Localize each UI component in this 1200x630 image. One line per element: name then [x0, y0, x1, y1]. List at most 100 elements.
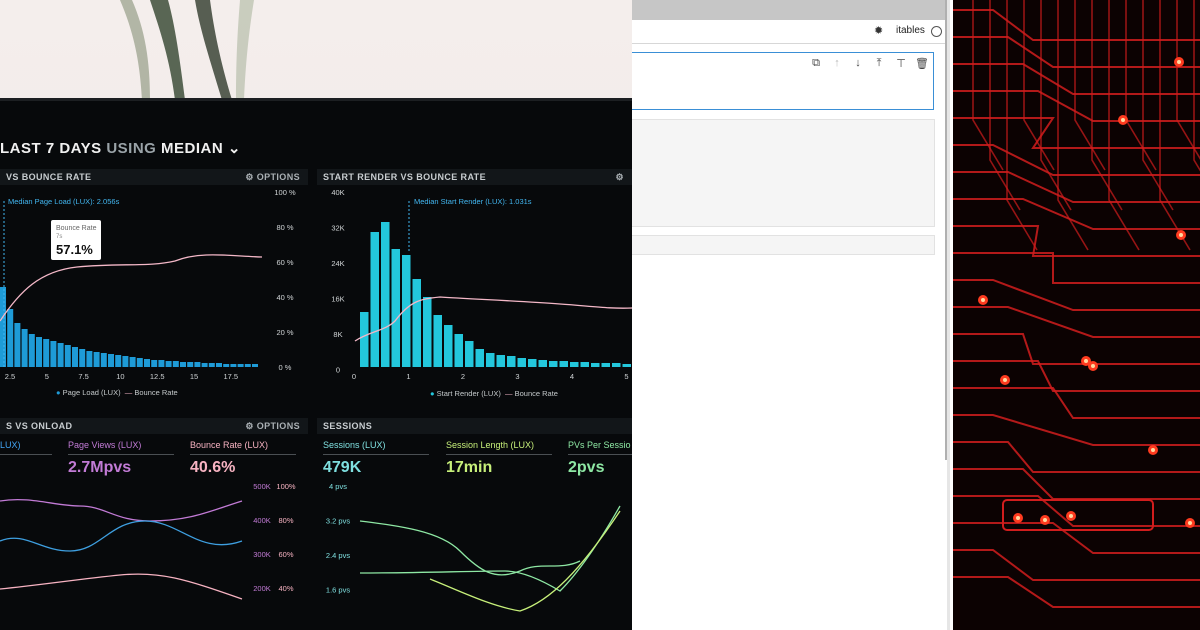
start-render-bar [433, 315, 442, 367]
y-tick-label: 400K [253, 516, 271, 525]
y-tick-label: 2.4 pvs [326, 551, 350, 560]
metric-label: PVs Per Sessio [568, 440, 631, 450]
metric-value: 2pvs [568, 459, 605, 476]
insert-below-icon[interactable]: ⊤ [894, 56, 908, 70]
page-load-bar [136, 358, 143, 367]
metric-divider [68, 454, 174, 455]
start-render-bar [622, 364, 631, 367]
page-views-line [0, 498, 243, 522]
circuit-trace [953, 576, 1200, 608]
metric-divider [0, 454, 52, 455]
y-tick-label: 8K [333, 330, 342, 339]
panel-title: SESSIONS [323, 421, 373, 431]
metric-divider [568, 454, 632, 455]
start-render-bar [580, 362, 589, 367]
circuit-board-photo [953, 0, 1200, 630]
bug-icon[interactable]: ✹ [874, 24, 883, 37]
solder-highlight [1016, 516, 1020, 520]
solder-highlight [1188, 521, 1192, 525]
circuit-trace [1159, 0, 1191, 251]
page-load-bar [230, 364, 237, 367]
window-scrollbar[interactable] [945, 0, 947, 460]
circuit-trace [953, 441, 1200, 473]
bounce-line [0, 573, 243, 600]
notebook-window: ✹ itables ⧉ ↑ ↓ ⤒ ⊤ 🗑 [632, 0, 950, 630]
options-button[interactable]: ⚙ OPTIONS [245, 421, 300, 432]
dashboard-charts: 2.5 5 7.5 10 12.5 15 17.5100 %80 %60 %40 %20 %… [0, 188, 632, 612]
page-load-bar [122, 356, 129, 367]
start-render-bar [381, 222, 390, 367]
start-render-bar [612, 363, 621, 367]
x-tick-label: 15 [190, 372, 198, 381]
tooltip-value: 57.1% [56, 242, 93, 257]
y-tick-label: 20 % [276, 328, 293, 337]
metric-divider [446, 454, 552, 455]
y-tick-label: 40 % [276, 293, 293, 302]
start-render-bar [465, 341, 474, 367]
plant-background [120, 0, 254, 100]
y-tick-label: 1.6 pvs [326, 586, 350, 595]
solder-highlight [1177, 60, 1181, 64]
start-render-bar [370, 232, 379, 367]
metric-label: Page Views (LUX) [68, 440, 142, 450]
metric-value: 2.7Mpvs [68, 459, 132, 476]
y-tick-label: 200K [253, 584, 271, 593]
cell-output-area [632, 119, 935, 227]
arrow-up-icon[interactable]: ↑ [830, 56, 844, 70]
x-tick-label: 3 [515, 372, 519, 381]
legend-dot-icon: ● [430, 389, 435, 398]
x-tick-label: 0 [352, 372, 356, 381]
trash-icon[interactable]: 🗑 [915, 56, 929, 70]
metric-divider [190, 454, 296, 455]
solder-highlight [1069, 514, 1073, 518]
onload-line [0, 520, 243, 552]
metric-label: Session Length (LUX) [446, 440, 535, 450]
solder-highlight [1043, 518, 1047, 522]
page-load-bar [201, 363, 208, 367]
page-load-bar [208, 363, 215, 367]
solder-highlight [981, 298, 985, 302]
start-render-bar [559, 361, 568, 367]
start-render-bar [391, 249, 400, 367]
y-tick-label: 300K [253, 550, 271, 559]
arrow-down-icon[interactable]: ↓ [851, 56, 865, 70]
page-load-bar [252, 364, 258, 367]
insert-above-icon[interactable]: ⤒ [872, 56, 886, 70]
start-render-bar [423, 297, 432, 367]
solder-highlight [1121, 118, 1125, 122]
circuit-trace [953, 468, 1200, 500]
page-load-bar [129, 357, 136, 367]
panel-header-onload: S VS ONLOAD ⚙ OPTIONS [0, 418, 308, 434]
legend-bars-label: Start Render (LUX) [436, 389, 501, 398]
start-render-bar [591, 363, 600, 367]
length-line [429, 510, 621, 612]
page-load-bar [158, 360, 165, 367]
solder-highlight [1179, 233, 1183, 237]
page-load-bar [165, 361, 172, 367]
circuit-trace [953, 306, 1200, 338]
page-load-bar [237, 364, 244, 367]
y-tick-label: 0 [336, 366, 340, 375]
page-load-bar [50, 341, 57, 367]
window-title-bar [632, 0, 947, 20]
circuit-trace [1091, 0, 1123, 211]
page-load-bar [0, 287, 6, 367]
options-label: OPTIONS [256, 420, 300, 431]
empty-cell[interactable] [632, 235, 935, 255]
y-tick-label: 0 % [279, 363, 292, 372]
active-code-cell[interactable] [632, 52, 934, 110]
solder-highlight [1151, 448, 1155, 452]
y-tick-label: 60 % [276, 258, 293, 267]
metric-divider [323, 454, 429, 455]
circuit-trace [1057, 0, 1089, 251]
y-tick-label: 80% [278, 516, 293, 525]
bounce-rate-line [0, 254, 263, 322]
metric-label: LUX) [0, 440, 21, 450]
legend-line-label: Bounce Rate [134, 388, 178, 397]
circuit-trace [953, 252, 1200, 284]
circuit-trace [989, 0, 1021, 211]
page-load-bar [216, 363, 222, 367]
kernel-name[interactable]: itables [896, 25, 925, 36]
copy-icon[interactable]: ⧉ [809, 56, 823, 70]
metric-value: 17min [446, 459, 493, 476]
